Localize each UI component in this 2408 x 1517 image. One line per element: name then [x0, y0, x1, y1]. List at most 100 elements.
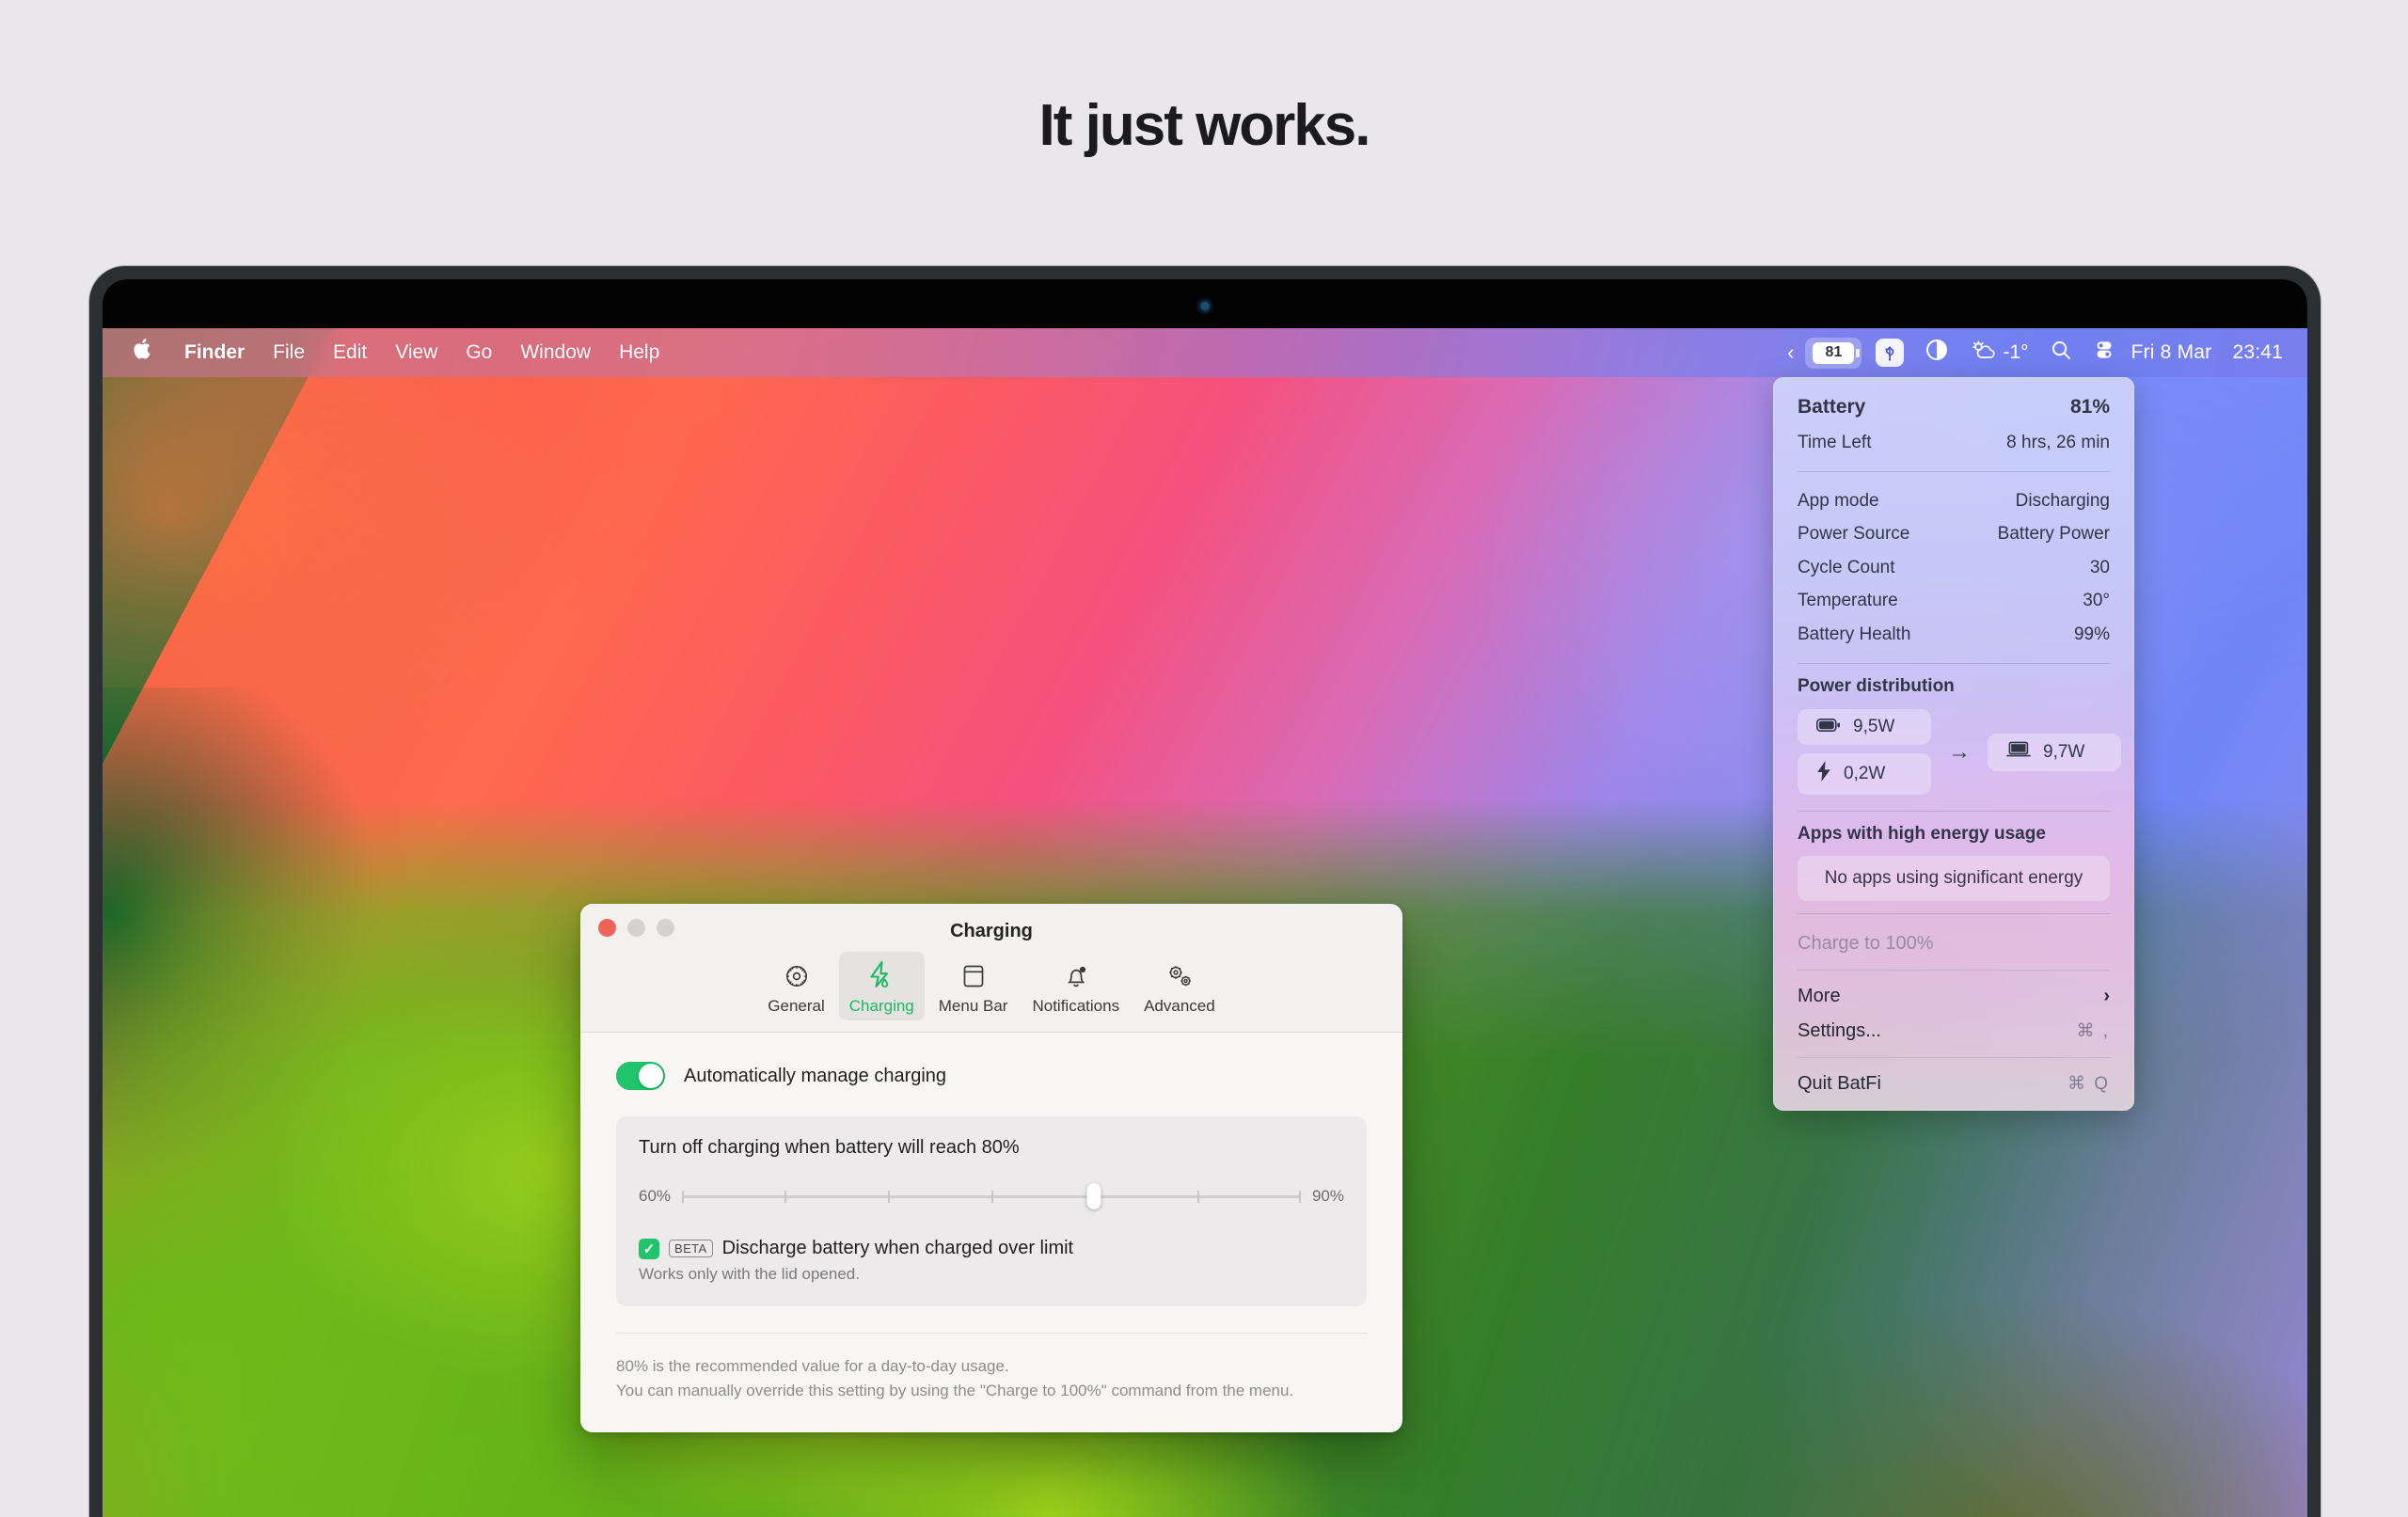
- menu-item-view[interactable]: View: [381, 341, 452, 364]
- stat-label: App mode: [1798, 490, 1879, 511]
- battery-value: 81%: [2069, 396, 2110, 418]
- camera-icon: [1200, 302, 1210, 310]
- power-output-system: 9,7W: [1988, 733, 2121, 771]
- menu-item-label: Quit BatFi: [1798, 1073, 1881, 1095]
- table-row: Cycle Count 30: [1798, 551, 2110, 584]
- menu-item-settings[interactable]: Settings... ⌘ ,: [1773, 1014, 2134, 1049]
- slider-tick: [784, 1191, 787, 1203]
- menu-bar-clock[interactable]: Fri 8 Mar 23:41: [2126, 341, 2283, 364]
- table-row: Power Source Battery Power: [1798, 517, 2110, 550]
- display-contrast-icon: [1925, 338, 1949, 368]
- stat-label: Battery Health: [1798, 624, 1911, 644]
- table-row: Temperature 30°: [1798, 584, 2110, 617]
- menu-item-label: Settings...: [1798, 1020, 1881, 1042]
- status-weather[interactable]: -1°: [1959, 339, 2038, 367]
- status-display-contrast[interactable]: [1914, 338, 1959, 368]
- power-distribution: 9,5W 0,2W → 9,7W: [1773, 699, 2134, 798]
- zoom-button[interactable]: [657, 919, 674, 937]
- battery-percent-badge: 81: [1813, 341, 1861, 364]
- tab-label: Notifications: [1032, 997, 1120, 1015]
- slider-tick: [888, 1191, 891, 1203]
- window-title: Charging: [950, 921, 1033, 941]
- apple-logo-icon[interactable]: [127, 337, 170, 370]
- chevron-left-icon[interactable]: ‹: [1780, 340, 1801, 365]
- stat-label: Cycle Count: [1798, 557, 1895, 577]
- batfi-menu-panel: Battery 81% Time Left 8 hrs, 26 min App …: [1773, 377, 2134, 1112]
- settings-tab-bar: General Charging Menu Bar Notifications …: [580, 952, 1402, 1022]
- status-battery-batfi[interactable]: 81: [1805, 337, 1862, 369]
- divider: [1798, 1057, 2110, 1059]
- search-icon: [2050, 339, 2072, 367]
- discharge-checkbox-sublabel: Works only with the lid opened.: [639, 1265, 860, 1283]
- traffic-lights: [598, 919, 674, 937]
- usb-icon: [1876, 339, 1905, 367]
- discharge-checkbox-label: Discharge battery when charged over limi…: [721, 1238, 1074, 1258]
- power-input-adapter: 0,2W: [1798, 753, 1931, 796]
- weather-temperature: -1°: [2003, 341, 2029, 363]
- menu-item-file[interactable]: File: [259, 341, 319, 364]
- gears-icon: [1164, 958, 1196, 994]
- battery-label: Battery: [1798, 396, 1866, 418]
- gear-outline-icon: [782, 958, 812, 994]
- chevron-right-icon: ›: [2103, 986, 2110, 1007]
- minimize-button[interactable]: [627, 919, 645, 937]
- menu-item-help[interactable]: Help: [605, 341, 673, 364]
- menu-item-shortcut: ⌘ Q: [2067, 1074, 2110, 1095]
- tab-general[interactable]: General: [757, 952, 834, 1020]
- stat-label: Power Source: [1798, 524, 1910, 545]
- batfi-summary: Battery 81% Time Left 8 hrs, 26 min: [1773, 377, 2134, 459]
- tab-notifications[interactable]: Notifications: [1022, 952, 1130, 1020]
- divider: [1798, 470, 2110, 472]
- menu-item-label: Charge to 100%: [1798, 933, 1934, 955]
- menu-item-shortcut: ⌘ ,: [2076, 1021, 2110, 1042]
- menu-item-label: More: [1798, 986, 1841, 1007]
- discharge-checkbox[interactable]: ✓: [639, 1238, 659, 1259]
- close-button[interactable]: [598, 919, 616, 937]
- power-output-value: 9,7W: [2043, 741, 2085, 762]
- menu-bar-status-area: ‹ 81 -1° Fri 8 Mar 23:41: [1780, 337, 2283, 369]
- menu-item-quit-batfi[interactable]: Quit BatFi ⌘ Q: [1773, 1067, 2134, 1101]
- window-toolbar: Charging General Charging Menu Bar Notif…: [580, 904, 1402, 1033]
- status-usb[interactable]: [1865, 339, 1914, 367]
- auto-manage-charging-row: Automatically manage charging: [616, 1057, 1367, 1092]
- slider-tick: [1197, 1191, 1200, 1203]
- table-row: App mode Discharging: [1798, 484, 2110, 517]
- slider-max-label: 90%: [1311, 1187, 1344, 1205]
- power-input-battery: 9,5W: [1798, 709, 1931, 746]
- time-left-label: Time Left: [1798, 432, 1872, 452]
- batfi-stats: App mode Discharging Power Source Batter…: [1773, 484, 2134, 651]
- tab-advanced[interactable]: Advanced: [1133, 952, 1226, 1020]
- time-left-row: Time Left 8 hrs, 26 min: [1798, 426, 2110, 459]
- settings-content-charging: Automatically manage charging Turn off c…: [580, 1033, 1402, 1432]
- bolt-icon: [1816, 761, 1831, 787]
- menu-item-window[interactable]: Window: [506, 341, 605, 364]
- menu-item-finder[interactable]: Finder: [170, 341, 259, 364]
- tab-charging[interactable]: Charging: [838, 952, 925, 1020]
- slider-thumb[interactable]: [1086, 1183, 1101, 1209]
- menu-item-more[interactable]: More ›: [1773, 979, 2134, 1014]
- control-center-icon: [2093, 339, 2115, 367]
- status-spotlight[interactable]: [2039, 339, 2083, 367]
- power-distribution-title: Power distribution: [1798, 676, 1955, 697]
- apps-energy-title: Apps with high energy usage: [1798, 824, 2046, 845]
- charge-limit-slider[interactable]: [682, 1183, 1301, 1209]
- menu-item-charge-to-100[interactable]: Charge to 100%: [1773, 926, 2134, 961]
- slider-tick: [682, 1191, 685, 1203]
- charge-limit-card: Turn off charging when battery will reac…: [616, 1116, 1367, 1306]
- discharge-checkbox-row[interactable]: ✓ BETA Discharge battery when charged ov…: [639, 1238, 1344, 1259]
- footer-line-1: 80% is the recommended value for a day-t…: [616, 1357, 1009, 1375]
- toggle-knob: [639, 1064, 663, 1088]
- charge-limit-slider-row: 60% 90%: [639, 1183, 1344, 1209]
- menu-item-go[interactable]: Go: [452, 341, 506, 364]
- stat-value: 30°: [2083, 591, 2110, 611]
- power-input-adapter-value: 0,2W: [1844, 764, 1886, 784]
- auto-manage-charging-toggle[interactable]: [616, 1062, 665, 1090]
- charge-limit-title: Turn off charging when battery will reac…: [639, 1137, 1020, 1158]
- menu-item-edit[interactable]: Edit: [319, 341, 381, 364]
- stat-value: Battery Power: [1997, 524, 2110, 545]
- tab-menu-bar[interactable]: Menu Bar: [928, 952, 1019, 1020]
- laptop-bezel: Finder File Edit View Go Window Help ‹ 8…: [103, 279, 2307, 1517]
- status-control-center[interactable]: [2083, 339, 2126, 367]
- menu-bar-left: Finder File Edit View Go Window Help: [127, 337, 673, 370]
- laptop-icon: [2006, 741, 2031, 764]
